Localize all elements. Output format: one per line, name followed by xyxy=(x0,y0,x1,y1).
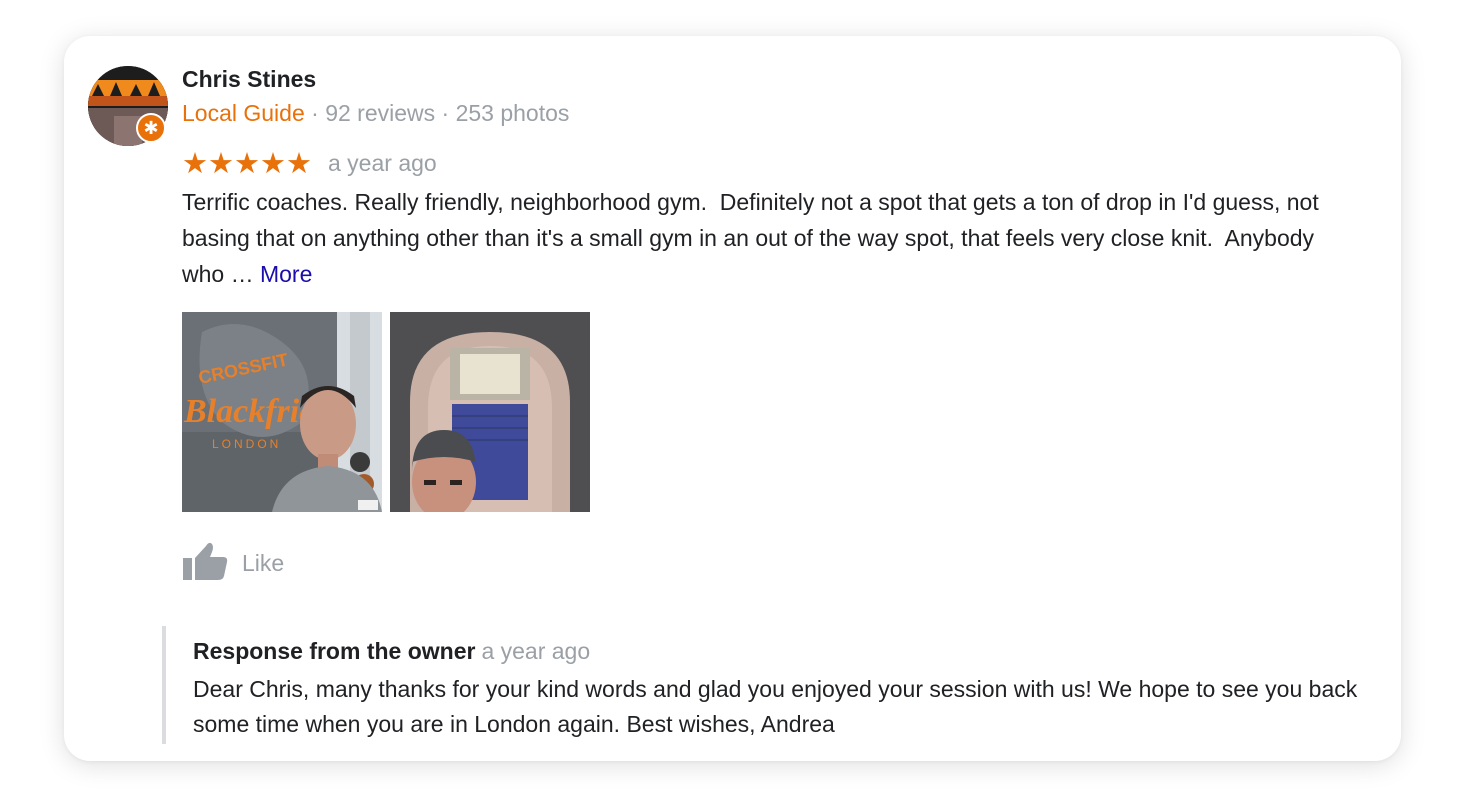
owner-response: Response from the owner a year ago Dear C… xyxy=(162,626,1366,744)
sign-text-london: LONDON xyxy=(212,437,281,451)
like-label: Like xyxy=(242,549,285,576)
owner-response-text: Dear Chris, many thanks for your kind wo… xyxy=(193,676,1358,737)
review-body: Terrific coaches. Really friendly, neigh… xyxy=(182,189,1326,287)
owner-response-header: Response from the owner a year ago xyxy=(193,638,590,665)
owner-response-title: Response from the owner xyxy=(193,638,476,664)
review-photo-1[interactable]: CROSSFIT Blackfriars LONDON xyxy=(182,312,382,512)
star-rating: ★★★★★ xyxy=(182,146,312,180)
review-date: a year ago xyxy=(328,149,437,176)
local-guide-star-icon: ✱ xyxy=(136,113,166,143)
owner-response-date: a year ago xyxy=(481,638,591,664)
review-photo-2[interactable] xyxy=(390,312,590,512)
reviewer-name[interactable]: Chris Stines xyxy=(182,66,316,93)
more-link[interactable]: More xyxy=(260,261,312,287)
rating-row: ★★★★★ a year ago xyxy=(182,146,437,180)
page: ✱ Chris Stines Local Guide · 92 reviews … xyxy=(0,0,1463,803)
like-button[interactable]: Like xyxy=(182,540,284,586)
thumbs-up-icon xyxy=(182,540,228,587)
reviewer-stats: · 92 reviews · 253 photos xyxy=(304,100,570,126)
review-text: Terrific coaches. Really friendly, neigh… xyxy=(182,184,1362,292)
local-guide-label: Local Guide xyxy=(182,100,305,126)
reviewer-meta: Local Guide · 92 reviews · 253 photos xyxy=(182,100,569,127)
